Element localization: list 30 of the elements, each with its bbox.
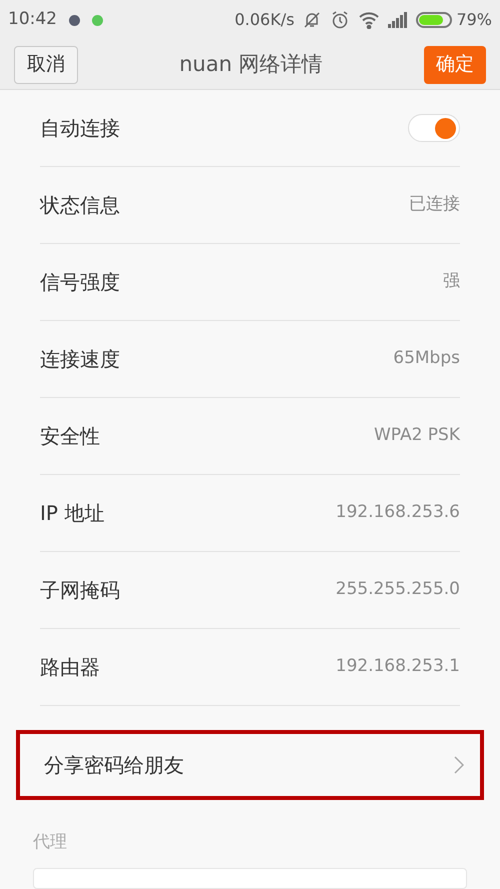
setting-label: IP 地址 bbox=[40, 500, 104, 527]
notification-icon bbox=[69, 14, 80, 26]
section-header: 代理 bbox=[33, 832, 67, 852]
setting-value: 192.168.253.6 bbox=[336, 501, 460, 524]
chevron-right-icon bbox=[454, 756, 464, 774]
muted-bell-icon bbox=[302, 10, 322, 30]
signal-icon bbox=[388, 12, 408, 28]
network-speed: 0.06K/s bbox=[234, 9, 294, 31]
page-title: nuan 网络详情 bbox=[179, 50, 323, 78]
notification-icon bbox=[92, 14, 103, 26]
battery-icon bbox=[416, 12, 452, 28]
setting-label: 子网掩码 bbox=[40, 577, 120, 604]
share-row[interactable]: 分享密码给朋友 bbox=[16, 730, 484, 800]
clock: 10:42 bbox=[8, 8, 57, 32]
battery-percent: 79% bbox=[456, 9, 492, 31]
cancel-button[interactable]: 取消 bbox=[14, 46, 78, 84]
setting-label: 状态信息 bbox=[40, 192, 120, 219]
setting-label: 信号强度 bbox=[40, 269, 120, 296]
toggle-switch[interactable] bbox=[408, 114, 460, 142]
setting-value: 强 bbox=[443, 270, 460, 294]
setting-value: 192.168.253.1 bbox=[336, 655, 460, 678]
setting-value: 255.255.255.0 bbox=[336, 578, 460, 602]
setting-value: 已连接 bbox=[409, 193, 460, 216]
setting-label: 安全性 bbox=[40, 423, 100, 450]
wifi-icon bbox=[358, 11, 380, 29]
setting-value: WPA2 PSK bbox=[374, 424, 460, 448]
setting-value: 65Mbps bbox=[393, 347, 460, 370]
setting-label: 连接速度 bbox=[40, 346, 120, 373]
setting-label: 自动连接 bbox=[40, 115, 120, 142]
setting-label: 路由器 bbox=[40, 654, 100, 681]
